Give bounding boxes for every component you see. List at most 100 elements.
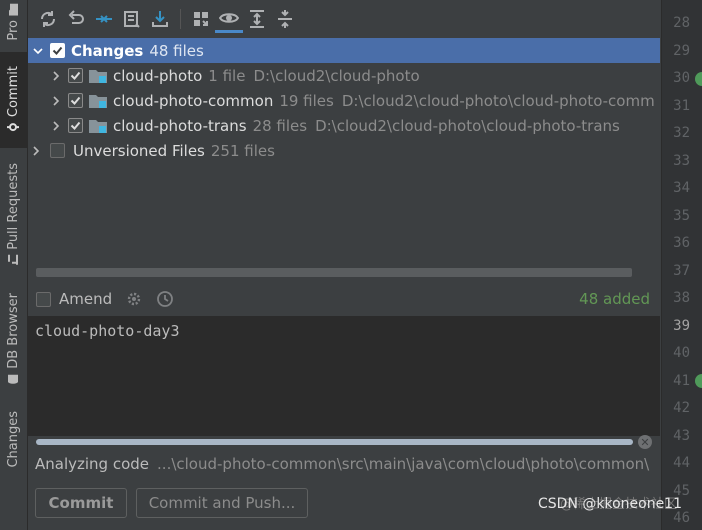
chevron-right-icon[interactable] [50,70,62,82]
tree-item-label: cloud-photo [113,66,203,85]
collapse-all-icon [278,10,292,28]
line-number: 43 [673,427,690,444]
rollback-button[interactable] [62,5,90,33]
tree-row[interactable]: cloud-photo-common 19 files D:\cloud2\cl… [28,88,660,113]
diff-icon [96,15,112,23]
tab-project-label: Pro [6,19,21,41]
changes-checkbox[interactable] [50,43,65,58]
watermark: CSDN @kkoneone11 [538,496,682,512]
collapse-all-button[interactable] [271,5,299,33]
commit-message-editor[interactable]: cloud-photo-day3 [28,316,660,436]
line-number: 31 [673,97,690,114]
line-number: 41 [673,372,690,389]
module-folder-icon [89,95,107,108]
analysis-progress-bar [36,439,633,445]
group-by-button[interactable] [187,5,215,33]
changes-count: 48 files [149,41,204,60]
tree-row-unversioned[interactable]: Unversioned Files 251 files [28,138,660,163]
chevron-right-icon[interactable] [30,145,42,157]
commit-icon [7,123,20,132]
module-checkbox[interactable] [68,68,83,83]
gear-icon [127,292,141,306]
update-button[interactable] [146,5,174,33]
unversioned-checkbox[interactable] [50,143,65,158]
commit-panel: Changes 48 files cloud-photo 1 file D:\c… [28,0,660,530]
show-button[interactable] [215,5,243,33]
line-number: 29 [673,42,690,59]
analysis-status: Analyzing code ...\cloud-photo-common\src… [35,455,655,477]
tree-row[interactable]: cloud-photo-trans 28 files D:\cloud2\clo… [28,113,660,138]
chevron-right-icon[interactable] [50,120,62,132]
group-by-icon [194,12,208,26]
tab-db-browser[interactable]: DB Browser [0,284,27,394]
run-gutter-icon[interactable] [695,374,702,388]
unversioned-count: 251 files [210,141,275,160]
commit-message-text[interactable]: cloud-photo-day3 [35,322,180,340]
expand-all-icon [250,10,264,28]
module-checkbox[interactable] [68,118,83,133]
commit-and-push-button[interactable]: Commit and Push... [136,488,308,518]
tree-item-path: D:\cloud2\cloud-photo\cloud-photo-trans [315,116,620,135]
tab-pull-requests-label: Pull Requests [6,162,21,250]
line-number: 39 [673,317,690,334]
refresh-button[interactable] [34,5,62,33]
diff-button[interactable] [90,5,118,33]
module-checkbox[interactable] [68,93,83,108]
tree-item-count: 19 files [279,91,334,110]
module-folder-icon [89,70,107,83]
line-number: 38 [673,290,690,306]
clock-icon [157,291,174,307]
changes-tree: Changes 48 files cloud-photo 1 file D:\c… [28,38,660,258]
run-gutter-icon[interactable] [695,72,702,86]
rollback-icon [68,10,84,24]
show-icon [219,12,239,23]
cancel-analysis-button[interactable]: ✕ [638,435,652,449]
chevron-right-icon[interactable] [50,95,62,107]
tree-item-path: D:\cloud2\cloud-photo [253,66,420,85]
tree-row-changes[interactable]: Changes 48 files [28,38,660,63]
commit-history-button[interactable] [156,290,174,308]
tab-changes-label: Changes [6,410,21,468]
tree-item-count: 1 file [208,66,246,85]
close-icon: ✕ [640,435,650,449]
tree-horizontal-scrollbar[interactable] [36,268,632,277]
tab-pull-requests[interactable]: Pull Requests [0,158,27,270]
commit-toolbar [28,0,660,38]
line-number: 44 [673,455,690,471]
added-count: 48 added [579,290,650,308]
tab-commit-label: Commit [6,66,21,118]
module-folder-icon [89,120,107,133]
refresh-icon [40,11,56,27]
line-number: 33 [673,152,690,169]
analysis-status-label: Analyzing code [35,455,150,473]
line-number: 30 [673,70,690,86]
shelve-button[interactable] [118,5,146,33]
tab-project[interactable]: Pro [0,0,27,44]
line-number: 28 [673,15,690,31]
tree-item-count: 28 files [252,116,308,135]
toolbar-separator [180,9,181,29]
pull-request-icon [8,254,19,265]
changes-label: Changes [71,41,144,60]
line-number: 36 [673,235,690,251]
tree-row[interactable]: cloud-photo 1 file D:\cloud2\cloud-photo [28,63,660,88]
amend-checkbox[interactable] [36,291,51,307]
expand-all-button[interactable] [243,5,271,33]
analysis-status-path: ...\cloud-photo-common\src\main\java\com… [157,455,650,473]
tab-changes[interactable]: Changes [0,404,27,474]
commit-button[interactable]: Commit [35,488,127,518]
chevron-down-icon[interactable] [32,45,44,57]
commit-options-button[interactable] [126,291,142,307]
tree-item-label: cloud-photo-common [113,91,274,110]
tab-commit[interactable]: Commit [0,52,27,148]
line-number: 40 [673,345,690,361]
tree-item-label: cloud-photo-trans [113,116,247,135]
line-number: 42 [673,400,690,416]
editor-gutter: 28 29 30 31 32 33 34 35 36 37 38 39 40 41 42 43 44 45 46 [661,0,702,530]
line-number: 34 [673,180,690,196]
line-number: 32 [673,125,690,141]
unversioned-label: Unversioned Files [73,141,205,160]
amend-label[interactable]: Amend [59,290,112,308]
update-icon [152,11,168,27]
amend-row: Amend 48 added [28,284,660,314]
